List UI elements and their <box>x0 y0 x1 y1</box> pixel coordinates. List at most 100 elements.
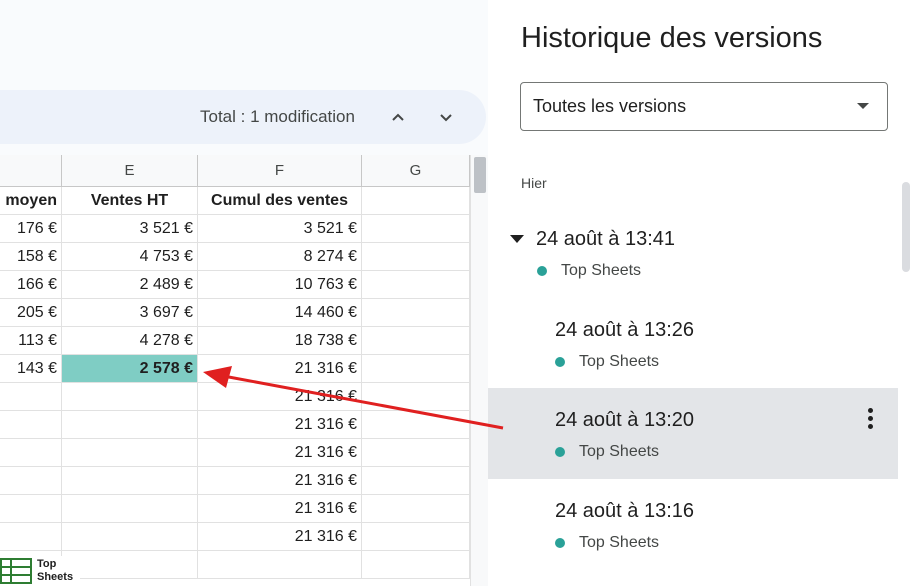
table-row: 166 € 2 489 € 10 763 € <box>0 271 470 299</box>
table-cell[interactable] <box>362 271 470 299</box>
header-cell-ventes-ht[interactable]: Ventes HT <box>62 187 198 215</box>
table-cell[interactable]: 143 € <box>0 355 62 383</box>
table-cell[interactable] <box>362 187 470 215</box>
chevron-down-icon <box>440 114 452 122</box>
version-item-selected[interactable]: 24 août à 13:20 Top Sheets <box>488 388 898 479</box>
table-cell[interactable]: 4 753 € <box>62 243 198 271</box>
table-cell[interactable]: 21 316 € <box>198 383 362 411</box>
table-cell[interactable] <box>362 523 470 551</box>
table-cell[interactable] <box>198 551 362 579</box>
table-cell[interactable] <box>362 215 470 243</box>
table-cell[interactable] <box>0 467 62 495</box>
table-cell[interactable]: 205 € <box>0 299 62 327</box>
table-cell[interactable]: 166 € <box>0 271 62 299</box>
spreadsheet-grid: E F G moyen Ventes HT Cumul des ventes 1… <box>0 155 470 586</box>
table-cell[interactable] <box>362 551 470 579</box>
caret-down-icon[interactable] <box>510 235 524 243</box>
sheet-vertical-scrollbar[interactable] <box>470 155 488 586</box>
version-author-name: Top Sheets <box>561 262 642 279</box>
table-row: 21 316 € <box>0 411 470 439</box>
version-date: 24 août à 13:20 <box>555 409 695 431</box>
table-cell[interactable]: 158 € <box>0 243 62 271</box>
author-color-dot <box>537 266 547 276</box>
table-cell[interactable] <box>362 383 470 411</box>
table-row: 176 € 3 521 € 3 521 € <box>0 215 470 243</box>
table-cell[interactable] <box>362 439 470 467</box>
logo-text-line2: Sheets <box>37 571 74 583</box>
version-author-name: Top Sheets <box>579 443 660 460</box>
table-cell[interactable]: 8 274 € <box>198 243 362 271</box>
table-row: 143 € 2 578 € 21 316 € <box>0 355 470 383</box>
next-change-button[interactable] <box>430 101 462 133</box>
table-cell[interactable]: 4 278 € <box>62 327 198 355</box>
table-cell[interactable]: 21 316 € <box>198 467 362 495</box>
column-header-f[interactable]: F <box>198 155 362 187</box>
column-header-e[interactable]: E <box>62 155 198 187</box>
column-header-g[interactable]: G <box>362 155 470 187</box>
table-cell[interactable]: 21 316 € <box>198 355 362 383</box>
table-cell[interactable]: 2 489 € <box>62 271 198 299</box>
table-cell[interactable] <box>362 243 470 271</box>
table-cell[interactable] <box>362 467 470 495</box>
table-cell[interactable]: 176 € <box>0 215 62 243</box>
table-cell[interactable]: 3 521 € <box>62 215 198 243</box>
table-cell[interactable] <box>0 439 62 467</box>
table-cell[interactable] <box>62 383 198 411</box>
table-cell[interactable] <box>62 523 198 551</box>
chevron-up-icon <box>392 113 404 121</box>
table-cell[interactable] <box>362 299 470 327</box>
table-cell[interactable]: 10 763 € <box>198 271 362 299</box>
version-item[interactable]: 24 août à 13:16 Top Sheets <box>488 479 898 569</box>
table-row: 21 316 € <box>0 495 470 523</box>
table-cell[interactable] <box>62 439 198 467</box>
table-row: 113 € 4 278 € 18 738 € <box>0 327 470 355</box>
highlighted-changed-cell[interactable]: 2 578 € <box>62 355 198 383</box>
table-cell[interactable] <box>362 355 470 383</box>
table-cell[interactable]: 113 € <box>0 327 62 355</box>
versions-filter-dropdown[interactable]: Toutes les versions <box>520 82 888 131</box>
logo-text-line1: Top <box>37 558 57 570</box>
table-cell[interactable]: 21 316 € <box>198 523 362 551</box>
author-color-dot <box>555 538 565 548</box>
column-header-d[interactable] <box>0 155 62 187</box>
previous-change-button[interactable] <box>382 101 414 133</box>
table-cell[interactable] <box>62 495 198 523</box>
table-cell[interactable] <box>0 495 62 523</box>
table-cell[interactable] <box>0 523 62 551</box>
table-row: 158 € 4 753 € 8 274 € <box>0 243 470 271</box>
table-cell[interactable] <box>362 411 470 439</box>
table-cell[interactable]: 21 316 € <box>198 411 362 439</box>
table-cell[interactable] <box>62 467 198 495</box>
scrollbar-thumb[interactable] <box>474 157 486 193</box>
version-item[interactable]: 24 août à 13:41 Top Sheets <box>488 212 898 298</box>
table-row: 21 316 € <box>0 467 470 495</box>
more-options-icon[interactable] <box>858 403 882 433</box>
version-author: Top Sheets <box>555 353 659 371</box>
table-cell[interactable]: 18 738 € <box>198 327 362 355</box>
table-cell[interactable]: 21 316 € <box>198 495 362 523</box>
table-row: 21 316 € <box>0 383 470 411</box>
table-cell[interactable]: 3 697 € <box>62 299 198 327</box>
table-cell[interactable]: 21 316 € <box>198 439 362 467</box>
header-cell-moyen[interactable]: moyen <box>0 187 62 215</box>
table-cell[interactable] <box>362 327 470 355</box>
version-author: Top Sheets <box>555 534 659 552</box>
table-cell[interactable]: 14 460 € <box>198 299 362 327</box>
panel-title: Historique des versions <box>521 22 823 54</box>
author-color-dot <box>555 357 565 367</box>
section-label-hier: Hier <box>521 175 547 191</box>
table-cell[interactable] <box>62 411 198 439</box>
table-row: 21 316 € <box>0 523 470 551</box>
table-cell[interactable]: 3 521 € <box>198 215 362 243</box>
table-cell[interactable] <box>0 383 62 411</box>
version-item[interactable]: 24 août à 13:26 Top Sheets <box>488 298 898 388</box>
change-total-label: Total : 1 modification <box>200 107 355 126</box>
version-date: 24 août à 13:41 <box>536 228 676 250</box>
panel-scrollbar-thumb[interactable] <box>902 182 910 272</box>
header-cell-cumul-des-ventes[interactable]: Cumul des ventes <box>198 187 362 215</box>
version-author: Top Sheets <box>555 443 659 461</box>
table-cell[interactable] <box>62 551 198 579</box>
table-cell[interactable] <box>0 411 62 439</box>
table-cell[interactable] <box>362 495 470 523</box>
version-date: 24 août à 13:16 <box>555 500 695 522</box>
